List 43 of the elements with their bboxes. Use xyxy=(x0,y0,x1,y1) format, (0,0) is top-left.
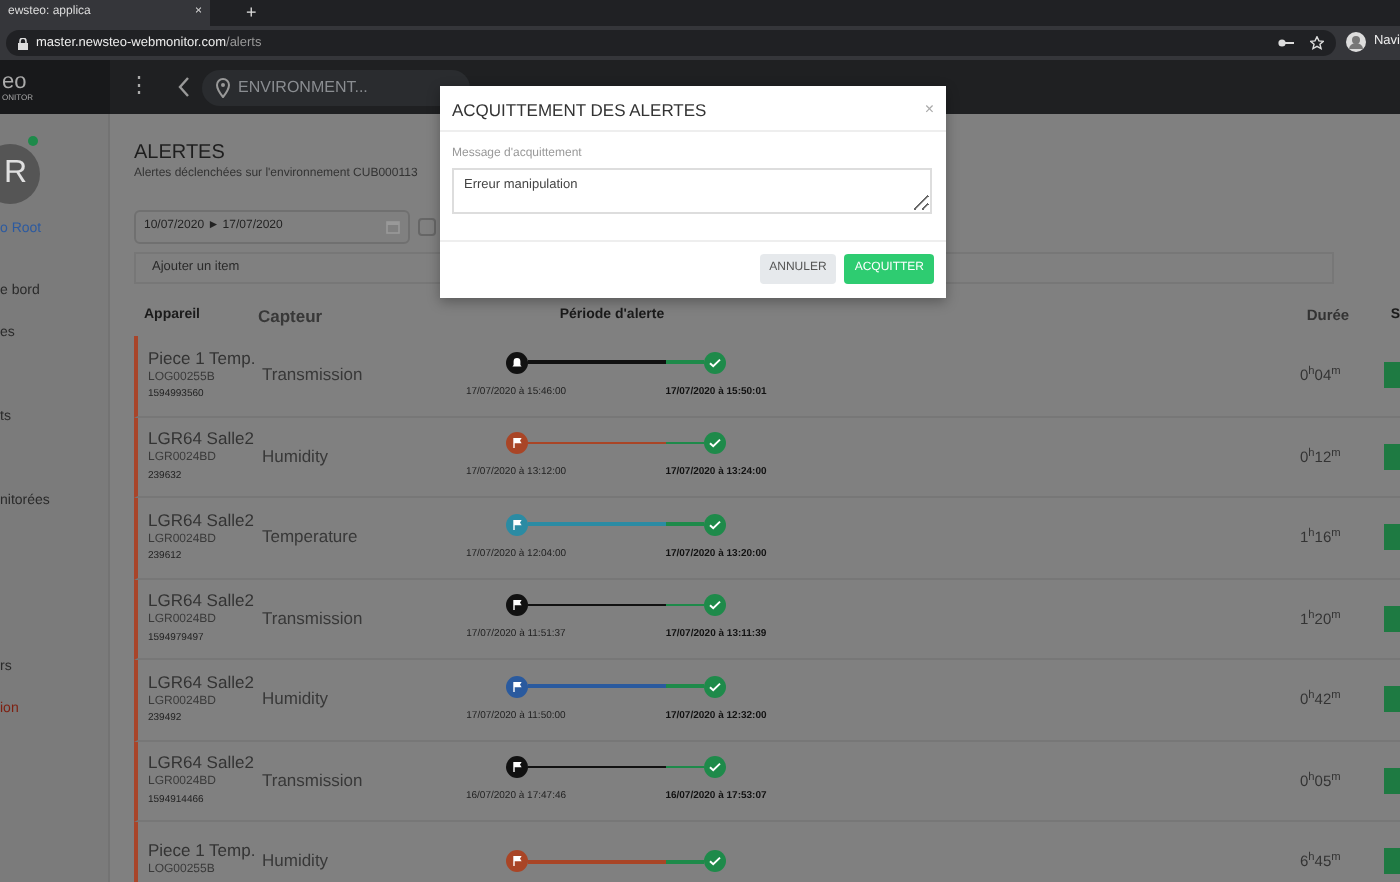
check-icon xyxy=(704,850,726,873)
lock-icon xyxy=(18,37,28,49)
status-indicator xyxy=(1384,767,1400,794)
check-icon xyxy=(704,432,726,454)
sensor-name: Humidity xyxy=(262,848,331,875)
close-button[interactable]: × xyxy=(924,98,934,118)
menu-button[interactable]: ⋮ xyxy=(128,70,150,104)
checkbox[interactable] xyxy=(418,218,436,236)
device-name: Piece 1 Temp. xyxy=(148,840,258,863)
avatar-icon[interactable] xyxy=(1345,32,1366,52)
check-icon xyxy=(704,351,726,373)
device-name: LGR64 Salle2 xyxy=(148,509,256,532)
sensor-name: Transmission xyxy=(262,362,365,389)
status-indicator xyxy=(1384,524,1400,551)
avatar: R xyxy=(0,144,40,204)
status-indicator xyxy=(1384,848,1400,875)
status-indicator xyxy=(1384,605,1400,632)
sensor-name: Temperature xyxy=(262,524,360,551)
status-indicator xyxy=(1384,362,1400,389)
star-icon[interactable] xyxy=(1310,36,1324,50)
device-name: LGR64 Salle2 xyxy=(148,752,256,775)
page-title: ALERTES xyxy=(134,142,225,166)
device-name: LGR64 Salle2 xyxy=(148,428,256,451)
check-icon xyxy=(704,756,726,778)
status-indicator xyxy=(1384,686,1400,713)
column-header: Capteur xyxy=(258,303,325,329)
check-icon xyxy=(704,594,726,616)
location-pin-icon xyxy=(216,77,230,97)
sensor-name: Humidity xyxy=(262,686,331,713)
sensor-name: Humidity xyxy=(262,443,331,470)
device-name: LGR64 Salle2 xyxy=(148,671,256,694)
device-name: LGR64 Salle2 xyxy=(148,590,256,613)
device-name: Piece 1 Temp. xyxy=(148,347,258,370)
status-indicator xyxy=(1384,443,1400,470)
environment-field[interactable]: ENVIRONMENT... xyxy=(202,69,470,105)
back-chevron-icon[interactable] xyxy=(178,76,190,98)
new-tab-button[interactable]: + xyxy=(246,0,257,27)
sensor-name: Transmission xyxy=(262,767,365,794)
online-status-icon xyxy=(28,136,38,146)
key-icon[interactable] xyxy=(1278,38,1294,48)
check-icon xyxy=(704,513,726,535)
sensor-name: Transmission xyxy=(262,605,365,632)
check-icon xyxy=(704,675,726,697)
